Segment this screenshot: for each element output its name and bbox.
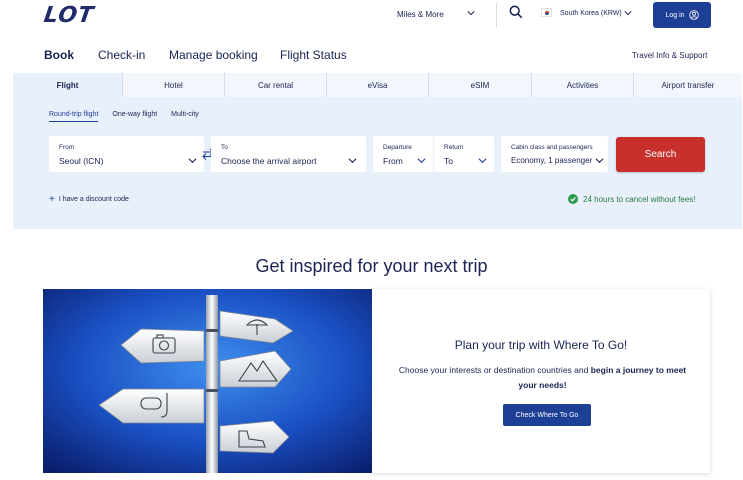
departure-placeholder: From — [383, 156, 403, 166]
discount-code-label: I have a discount code — [58, 196, 129, 203]
login-label: Log in — [665, 11, 685, 19]
miles-and-more-menu[interactable]: Miles & More — [397, 10, 444, 19]
country-selector[interactable]: South Korea (KRW) — [560, 10, 622, 17]
login-button[interactable]: Log in — [653, 2, 711, 28]
tab-evisa[interactable]: eVisa — [327, 73, 429, 97]
return-placeholder: To — [444, 156, 453, 166]
user-icon — [688, 10, 699, 20]
tab-car-rental[interactable]: Car rental — [225, 73, 327, 97]
trip-type-round-trip[interactable]: Round-trip flight — [49, 111, 99, 122]
cabin-value: Economy, 1 passenger — [511, 156, 593, 165]
trip-type-one-way[interactable]: One-way flight — [112, 111, 157, 122]
discount-code-link[interactable]: + I have a discount code — [49, 194, 129, 205]
nav-travel-info-support[interactable]: Travel Info & Support — [632, 51, 707, 60]
tab-esim[interactable]: eSIM — [429, 73, 532, 97]
nav-manage-booking[interactable]: Manage booking — [169, 48, 258, 62]
search-button[interactable]: Search — [616, 137, 705, 172]
nav-flight-status[interactable]: Flight Status — [280, 48, 347, 62]
plus-icon: + — [49, 194, 55, 205]
south-korea-flag-icon — [541, 8, 552, 17]
where-to-go-text: Choose your interests or destination cou… — [398, 365, 591, 375]
cancel-policy-note: 24 hours to cancel without fees! — [568, 194, 696, 204]
where-to-go-title: Plan your trip with Where To Go! — [454, 338, 628, 352]
inspire-heading: Get inspired for your next trip — [255, 256, 488, 276]
chevron-down-icon — [417, 158, 426, 164]
from-value: Seoul (ICN) — [59, 156, 104, 166]
from-field[interactable]: From Seoul (ICN) — [49, 136, 204, 172]
trip-type-selector: Round-trip flight One-way flight Multi-c… — [49, 111, 199, 122]
to-label: To — [221, 144, 228, 151]
top-header: LOT Miles & More South Korea (KRW) Log i… — [0, 0, 743, 34]
signpost-hero-image — [43, 289, 372, 473]
where-to-go-description: Choose your interests or destination cou… — [390, 363, 695, 393]
lot-logo[interactable]: LOT — [42, 3, 95, 28]
search-icon[interactable] — [509, 5, 523, 19]
header-divider — [496, 3, 497, 27]
tab-flight[interactable]: Flight — [13, 73, 123, 97]
return-date-field[interactable]: Return To — [434, 136, 494, 172]
booking-tabs: Flight Hotel Car rental eVisa eSIM Activ… — [13, 73, 742, 97]
nav-book[interactable]: Book — [44, 48, 74, 62]
nav-check-in[interactable]: Check-in — [98, 48, 145, 62]
departure-label: Departure — [383, 144, 412, 151]
to-field[interactable]: To Choose the arrival airport — [211, 136, 366, 172]
departure-date-field[interactable]: Departure From — [373, 136, 433, 172]
trip-type-multi-city[interactable]: Multi-city — [171, 111, 199, 122]
from-label: From — [59, 144, 75, 151]
cabin-passengers-field[interactable]: Cabin class and passengers Economy, 1 pa… — [501, 136, 608, 172]
chevron-down-icon — [478, 158, 487, 164]
tab-hotel[interactable]: Hotel — [123, 73, 225, 97]
check-where-to-go-button[interactable]: Check Where To Go — [503, 404, 591, 426]
chevron-down-icon — [595, 158, 604, 164]
chevron-down-icon — [188, 158, 197, 164]
where-to-go-card: Plan your trip with Where To Go! Choose … — [372, 289, 710, 473]
cabin-label: Cabin class and passengers — [511, 144, 593, 151]
tab-activities[interactable]: Activities — [532, 73, 634, 97]
check-circle-icon — [568, 194, 578, 204]
booking-panel: Flight Hotel Car rental eVisa eSIM Activ… — [13, 73, 742, 229]
tab-airport-transfer[interactable]: Airport transfer — [634, 73, 742, 97]
chevron-down-icon — [348, 158, 357, 164]
cancel-policy-text: 24 hours to cancel without fees! — [583, 194, 696, 204]
chevron-down-icon[interactable] — [624, 9, 632, 17]
chevron-down-icon[interactable] — [467, 9, 475, 17]
return-label: Return — [444, 144, 464, 151]
to-placeholder: Choose the arrival airport — [221, 156, 317, 166]
